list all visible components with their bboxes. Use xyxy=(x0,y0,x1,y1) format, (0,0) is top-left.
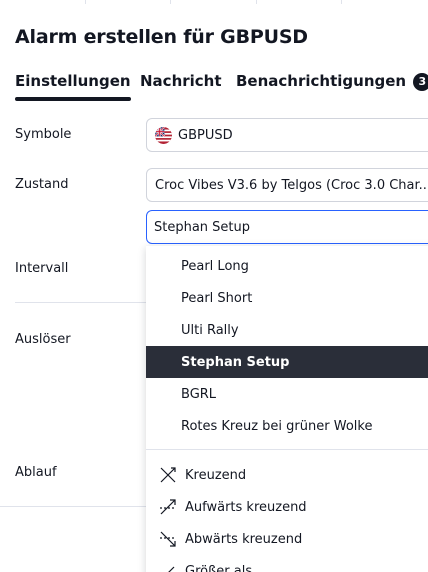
dropdown-item-bgrl[interactable]: BGRL xyxy=(146,378,428,410)
dropdown-item-pearl-long[interactable]: Pearl Long xyxy=(146,250,428,282)
dropdown-item-stephan-setup[interactable]: Stephan Setup xyxy=(146,346,428,378)
dropdown-item-label: Rotes Kreuz bei grüner Wolke xyxy=(181,418,373,434)
dropdown-item-label: Abwärts kreuzend xyxy=(185,531,303,547)
crossing-up-icon xyxy=(160,499,176,515)
dropdown-item-rotes-kreuz[interactable]: Rotes Kreuz bei grüner Wolke xyxy=(146,410,428,442)
strip-divider xyxy=(170,0,171,4)
tab-notifications[interactable]: Benachrichtigungen 3 xyxy=(236,72,428,91)
trigger-label: Auslöser xyxy=(15,332,71,347)
dropdown-item-pearl-short[interactable]: Pearl Short xyxy=(146,282,428,314)
tab-message-label: Nachricht xyxy=(140,72,222,90)
dropdown-item-ulti-rally[interactable]: Ulti Rally xyxy=(146,314,428,346)
section-divider xyxy=(15,302,150,303)
strip-divider xyxy=(256,0,257,4)
crossing-down-icon xyxy=(160,531,176,547)
plot-dropdown-menu: Pearl Long Pearl Short Ulti Rally Stepha… xyxy=(146,246,428,572)
dropdown-separator xyxy=(146,449,428,450)
section-divider xyxy=(0,506,150,507)
symbol-field[interactable]: GBPUSD xyxy=(146,118,428,152)
dropdown-item-crossing[interactable]: Kreuzend xyxy=(146,459,428,491)
condition-label: Zustand xyxy=(15,177,69,192)
dropdown-item-crossing-down[interactable]: Abwärts kreuzend xyxy=(146,523,428,555)
dropdown-item-label: Pearl Short xyxy=(181,290,253,306)
strip-divider xyxy=(85,0,86,4)
symbol-label: Symbole xyxy=(15,127,72,142)
crossing-icon xyxy=(160,467,176,483)
dropdown-item-label: Pearl Long xyxy=(181,258,249,274)
condition-select[interactable]: Croc Vibes V3.6 by Telgos (Croc 3.0 Char… xyxy=(146,168,428,202)
top-strip xyxy=(0,0,428,4)
dropdown-item-label: Stephan Setup xyxy=(181,354,290,370)
dropdown-item-crossing-up[interactable]: Aufwärts kreuzend xyxy=(146,491,428,523)
greater-than-icon xyxy=(168,566,175,572)
interval-label: Intervall xyxy=(15,261,69,276)
strip-divider xyxy=(341,0,342,4)
tab-message[interactable]: Nachricht xyxy=(140,72,222,90)
dropdown-item-greater-than[interactable]: Größer als xyxy=(146,555,428,572)
symbol-value: GBPUSD xyxy=(178,127,233,143)
dropdown-item-label: Aufwärts kreuzend xyxy=(185,499,307,515)
dropdown-item-label: Größer als xyxy=(185,563,253,572)
dropdown-item-label: BGRL xyxy=(181,386,217,402)
notifications-count-badge: 3 xyxy=(413,73,428,91)
plot-select[interactable]: Stephan Setup xyxy=(146,210,428,244)
dialog-title: Alarm erstellen für GBPUSD xyxy=(15,26,308,48)
condition-value: Croc Vibes V3.6 by Telgos (Croc 3.0 Char… xyxy=(155,177,428,193)
plot-select-value: Stephan Setup xyxy=(154,219,251,235)
dropdown-item-label: Kreuzend xyxy=(185,467,247,483)
gb-us-flag-icon xyxy=(155,126,172,144)
tab-settings-label: Einstellungen xyxy=(15,72,131,90)
expiry-label: Ablauf xyxy=(15,465,57,480)
dropdown-item-label: Ulti Rally xyxy=(181,322,239,338)
tab-notifications-label: Benachrichtigungen xyxy=(236,72,407,90)
tab-settings[interactable]: Einstellungen xyxy=(15,72,131,101)
